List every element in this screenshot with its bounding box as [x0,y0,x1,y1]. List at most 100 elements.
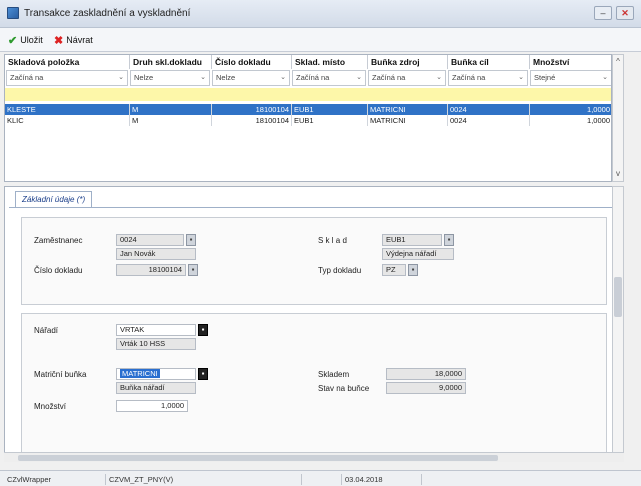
app-icon [7,7,19,19]
filter-select[interactable]: Nelze ⌄ [130,70,210,86]
table-cell: EUB1 [292,104,368,115]
scroll-thumb[interactable] [18,455,498,461]
table-cell: 1,0000 [530,104,611,115]
status-form: CZVM_ZT_PNY(V) [106,474,302,485]
filter-value: Začíná na [296,73,330,82]
filter-select[interactable]: Začíná na ⌄ [6,70,128,86]
save-label: Uložit [20,35,43,45]
employee-code-field[interactable]: 0024 [116,234,184,246]
tab-basic-info[interactable]: Základní údaje (*) [15,191,93,207]
picker-icon[interactable]: ▪ [198,324,208,336]
detail-vertical-scrollbar[interactable] [612,186,624,462]
picker-icon[interactable]: ▪ [188,264,198,276]
matrix-cell-name-field: Buňka nářadí [116,382,196,394]
grid-vertical-scrollbar[interactable]: ^ v [612,54,624,182]
filter-select[interactable]: Začíná na ⌄ [368,70,446,86]
status-empty [302,474,342,485]
status-bar: CZvlWrapper CZVM_ZT_PNY(V) 03.04.2018 [0,470,641,486]
table-cell: EUB1 [292,115,368,126]
filter-value: Stejné [534,73,556,82]
table-cell: KLESTE [5,104,130,115]
scroll-thumb[interactable] [614,277,622,317]
dropdown-icon: ⌄ [436,74,442,81]
cell-state-label: Stav na buňce [318,384,370,393]
dropdown-icon: ⌄ [356,74,362,81]
transaction-grid: Skladová položka Druh skl.dokladu Číslo … [4,54,612,182]
in-stock-field: 18,0000 [386,368,466,380]
warehouse-label: S k l a d [318,236,347,245]
detail-panel: Základní údaje (*) Zaměstnanec 0024 ▪ Ja… [4,186,624,462]
column-header[interactable]: Sklad. místo [292,55,368,69]
title-bar: Transakce zaskladnění a vyskladnění – ✕ [0,0,641,28]
table-cell: 18100104 [212,115,292,126]
employee-label: Zaměstnanec [34,236,83,245]
table-cell: 0024 [448,104,530,115]
doc-type-field[interactable]: PZ [382,264,406,276]
check-icon: ✔ [8,34,18,47]
dropdown-icon: ⌄ [280,74,286,81]
picker-icon[interactable]: ▪ [198,368,208,380]
matrix-cell-label: Matriční buňka [34,370,87,379]
dropdown-icon: ⌄ [518,74,524,81]
column-header[interactable]: Buňka cíl [448,55,530,69]
table-cell: MATRICNI [368,104,448,115]
tool-name-field: Vrták 10 HSS [116,338,196,350]
minimize-button[interactable]: – [594,6,612,20]
quantity-label: Množství [34,402,67,411]
filter-select[interactable]: Začíná na ⌄ [292,70,366,86]
table-cell: 0024 [448,115,530,126]
window-title: Transakce zaskladnění a vyskladnění [24,8,191,19]
tool-label: Nářadí [34,326,59,335]
matrix-cell-field[interactable]: MATRICNI [116,368,196,380]
x-icon: ✖ [54,34,64,47]
save-button[interactable]: ✔ Uložit [8,33,43,47]
column-header[interactable]: Skladová položka [5,55,130,69]
dropdown-icon: ⌄ [602,74,608,81]
in-stock-label: Skladem [318,370,350,379]
table-row[interactable]: KLESTE M 18100104 EUB1 MATRICNI 0024 1,0… [5,104,611,115]
column-header[interactable]: Číslo dokladu [212,55,292,69]
dropdown-icon: ⌄ [200,74,206,81]
new-row-input[interactable] [5,88,611,101]
doc-number-label: Číslo dokladu [34,266,83,275]
filter-select[interactable]: Začíná na ⌄ [448,70,528,86]
cell-state-field: 9,0000 [386,382,466,394]
picker-icon[interactable]: ▪ [444,234,454,246]
table-cell: MATRICNI [368,115,448,126]
close-button[interactable]: ✕ [616,6,634,20]
column-header[interactable]: Druh skl.dokladu [130,55,212,69]
tool-code-field[interactable]: VRTAK [116,324,196,336]
column-header[interactable]: Buňka zdroj [368,55,448,69]
table-cell: M [130,104,212,115]
filter-select[interactable]: Stejné ⌄ [530,70,611,86]
header-group: Zaměstnanec 0024 ▪ Jan Novák Číslo dokla… [21,217,607,305]
quantity-field[interactable]: 1,0000 [116,400,188,412]
filter-value: Nelze [216,73,236,82]
table-cell: 1,0000 [530,115,611,126]
column-header[interactable]: Množství [530,55,611,69]
doc-type-label: Typ dokladu [318,266,362,275]
toolbar: ✔ Uložit ✖ Návrat [0,28,641,52]
scroll-down-icon[interactable]: v [613,169,623,178]
filter-value: Nelze [134,73,154,82]
matrix-cell-value: MATRICNI [120,369,160,378]
horizontal-scrollbar[interactable] [4,452,624,462]
warehouse-name-field: Výdejna nářadí [382,248,454,260]
status-wrapper: CZvlWrapper [4,474,106,485]
table-row[interactable]: KLIC M 18100104 EUB1 MATRICNI 0024 1,000… [5,115,611,126]
warehouse-code-field[interactable]: EUB1 [382,234,442,246]
filter-select[interactable]: Nelze ⌄ [212,70,290,86]
doc-number-field[interactable]: 18100104 [116,264,186,276]
table-cell: KLIC [5,115,130,126]
filter-value: Začíná na [10,73,44,82]
table-cell: M [130,115,212,126]
status-date: 03.04.2018 [342,474,422,485]
picker-icon[interactable]: ▪ [408,264,418,276]
scroll-up-icon[interactable]: ^ [613,57,623,66]
back-button[interactable]: ✖ Návrat [54,33,93,47]
back-label: Návrat [66,35,93,45]
picker-icon[interactable]: ▪ [186,234,196,246]
item-group: Nářadí VRTAK ▪ Vrták 10 HSS Matriční buň… [21,313,607,453]
dropdown-icon: ⌄ [118,74,124,81]
filter-value: Začíná na [372,73,406,82]
